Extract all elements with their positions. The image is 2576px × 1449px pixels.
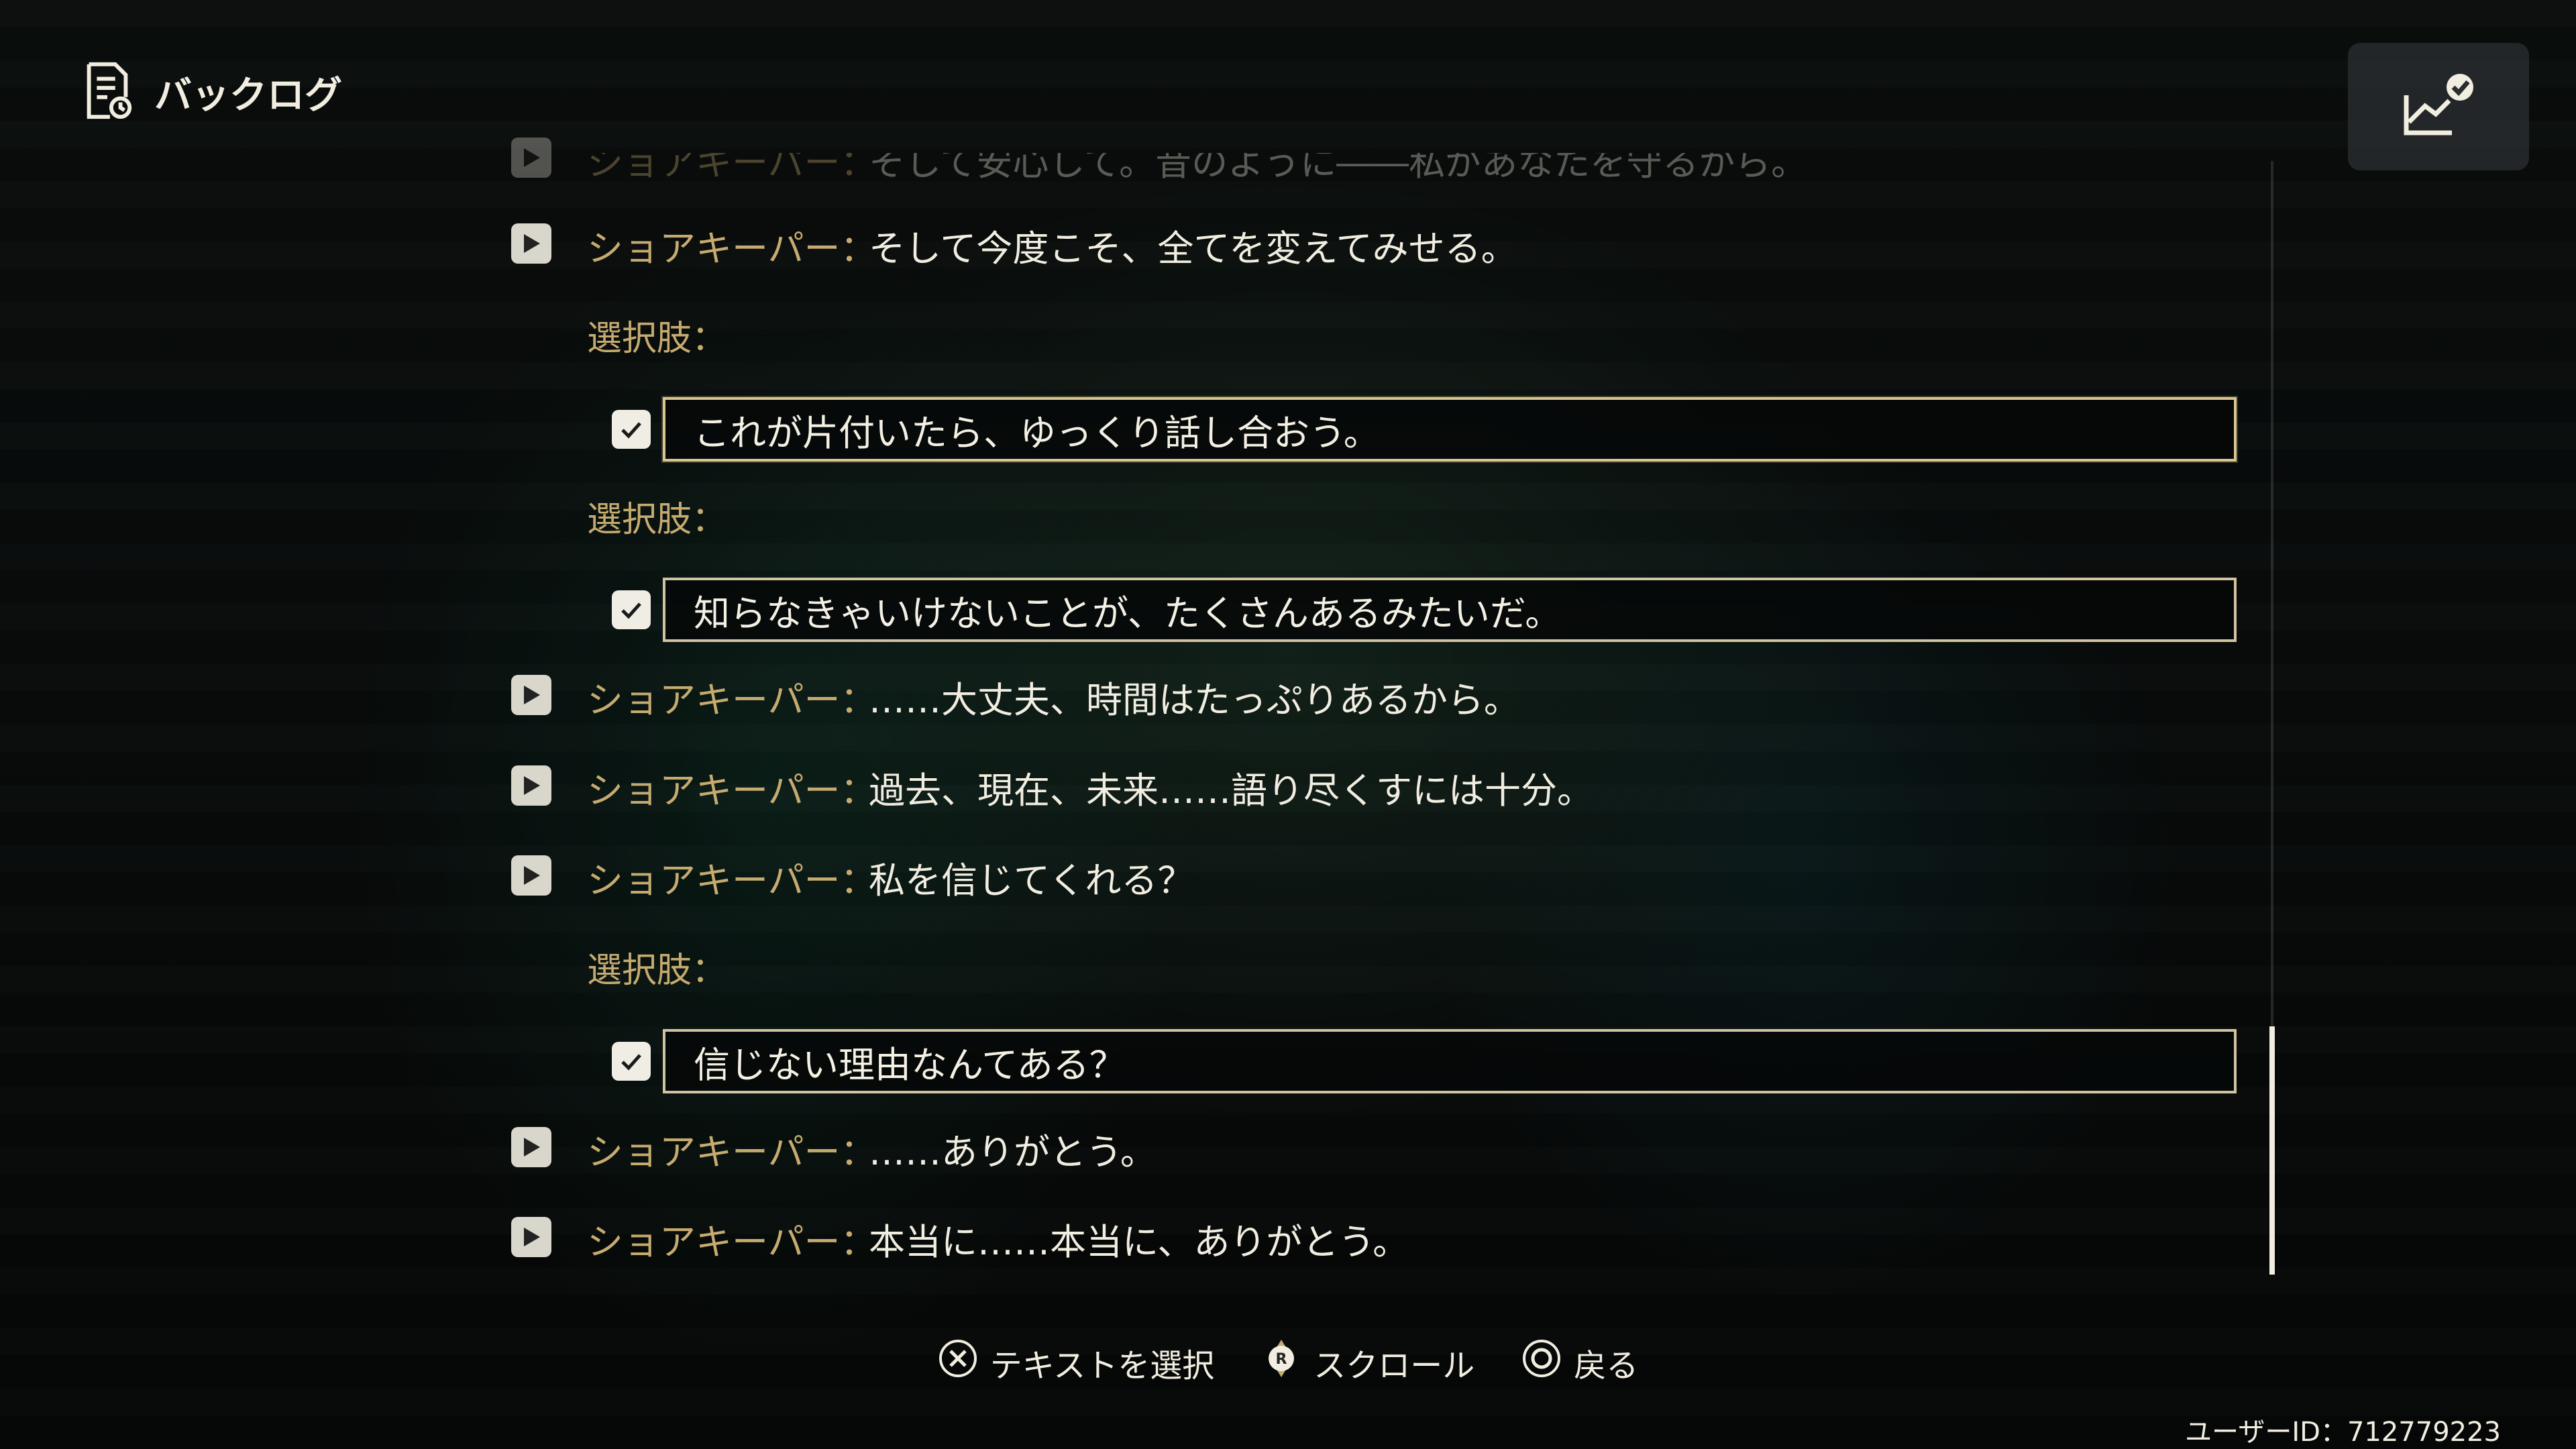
svg-text:R: R	[1276, 1351, 1287, 1368]
play-voice-button[interactable]	[511, 855, 551, 896]
dialogue-text[interactable]: そして今度こそ、全てを変えてみせる。	[869, 219, 1517, 272]
dialogue-text[interactable]: そして安心して。昔のように――私があなたを守るから。	[869, 153, 1807, 186]
dialogue-text[interactable]: ……ありがとう。	[869, 1122, 1157, 1175]
play-voice-button[interactable]	[511, 138, 551, 178]
speaker-name: ショアキーパー：	[587, 859, 877, 902]
choice-checkbox	[612, 1042, 651, 1081]
play-voice-button[interactable]	[511, 765, 551, 806]
choice-label: 選択肢：	[587, 951, 727, 991]
choice-label: 選択肢：	[587, 319, 727, 359]
hint-label: スクロール	[1313, 1347, 1475, 1385]
hint-back[interactable]: 戻る	[1521, 1338, 1638, 1387]
cross-button-icon	[938, 1338, 978, 1387]
play-voice-button[interactable]	[511, 1127, 551, 1167]
choice-checkbox	[612, 590, 651, 629]
scrollbar-thumb[interactable]	[2269, 1026, 2275, 1275]
right-stick-icon: R	[1261, 1338, 1301, 1387]
hint-scroll[interactable]: R スクロール	[1261, 1338, 1474, 1387]
choice-label: 選択肢：	[587, 500, 727, 540]
play-voice-button[interactable]	[511, 1217, 551, 1257]
speaker-name: ショアキーパー：	[587, 1131, 877, 1173]
dialogue-text[interactable]: 過去、現在、未来……語り尽くすには十分。	[869, 761, 1593, 814]
play-voice-button[interactable]	[511, 223, 551, 264]
speaker-name: ショアキーパー：	[587, 679, 877, 721]
choice-option[interactable]: これが片付いたら、ゆっくり話し合おう。	[663, 397, 2237, 462]
play-voice-button[interactable]	[511, 675, 551, 715]
hint-label: 戻る	[1574, 1347, 1639, 1385]
choice-checkbox	[612, 410, 651, 449]
speaker-name: ショアキーパー：	[587, 769, 877, 812]
dialogue-text[interactable]: ……大丈夫、時間はたっぷりあるから。	[869, 670, 1520, 723]
choice-option[interactable]: 信じない理由なんてある？	[663, 1029, 2237, 1093]
circle-button-icon	[1521, 1338, 1562, 1387]
dialogue-text[interactable]: 私を信じてくれる？	[869, 851, 1193, 904]
user-id: ユーザーID：712779223	[2185, 1417, 2501, 1448]
speaker-name: ショアキーパー：	[587, 1221, 877, 1263]
backlog-list: ショアキーパー： そして安心して。昔のように――私があなたを守るから。 ショアキ…	[0, 0, 2576, 1449]
hint-label: テキストを選択	[989, 1347, 1215, 1385]
dialogue-text[interactable]: 本当に……本当に、ありがとう。	[869, 1212, 1409, 1265]
speaker-name: ショアキーパー：	[587, 142, 877, 184]
speaker-name: ショアキーパー：	[587, 227, 877, 270]
choice-option[interactable]: 知らなきゃいけないことが、たくさんあるみたいだ。	[663, 578, 2237, 642]
hint-select-text[interactable]: テキストを選択	[938, 1338, 1215, 1387]
button-hints: テキストを選択 R スクロール 戻る	[0, 1338, 2576, 1387]
